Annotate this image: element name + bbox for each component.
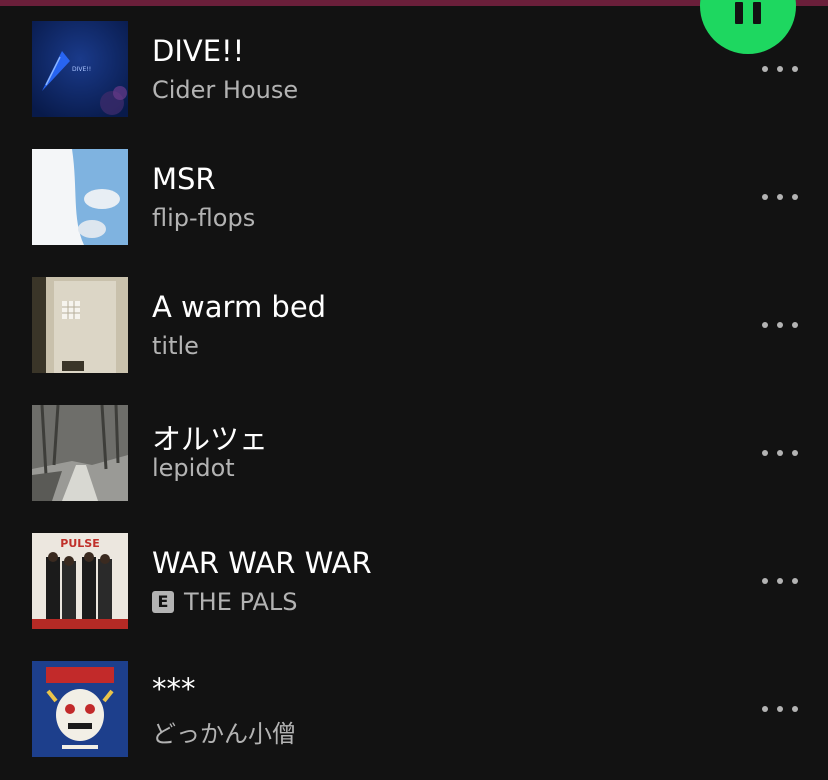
album-art-forest <box>32 405 128 501</box>
pause-icon <box>735 2 761 24</box>
track-title: DIVE!! <box>152 34 245 68</box>
album-art-warm-bed <box>32 277 128 373</box>
more-options-icon[interactable] <box>762 448 798 458</box>
track-title: MSR <box>152 162 216 196</box>
artist-name: THE PALS <box>184 588 298 616</box>
track-title: WAR WAR WAR <box>152 546 372 580</box>
album-art-mask <box>32 661 128 757</box>
svg-text:DIVE!!: DIVE!! <box>72 66 91 73</box>
track-row[interactable]: PULSE WAR WAR WAR E THE PALS <box>0 524 828 652</box>
more-options-icon[interactable] <box>762 576 798 586</box>
more-options-icon[interactable] <box>762 320 798 330</box>
track-row[interactable]: オルツェ lepidot <box>0 396 828 524</box>
track-artist: flip-flops <box>152 204 255 232</box>
track-title: *** <box>152 672 196 706</box>
track-artist: title <box>152 332 199 360</box>
track-row[interactable]: MSR flip-flops <box>0 140 828 268</box>
album-art-msr <box>32 149 128 245</box>
artist-name: title <box>152 332 199 360</box>
svg-text:PULSE: PULSE <box>60 537 99 550</box>
more-options-icon[interactable] <box>762 192 798 202</box>
artist-name: どっかん小僧 <box>152 720 296 748</box>
album-art-pulse: PULSE <box>32 533 128 629</box>
track-row[interactable]: DIVE!! DIVE!! Cider House <box>0 12 828 140</box>
track-artist: E THE PALS <box>152 588 297 616</box>
track-artist: lepidot <box>152 454 235 482</box>
track-title: A warm bed <box>152 290 327 324</box>
more-options-icon[interactable] <box>762 64 798 74</box>
artist-name: lepidot <box>152 454 235 482</box>
artist-name: flip-flops <box>152 204 256 232</box>
explicit-badge: E <box>152 591 174 613</box>
track-artist: どっかん小僧 <box>152 714 296 749</box>
artist-name: Cider House <box>152 76 299 104</box>
track-title: オルツェ <box>152 422 269 456</box>
track-row[interactable]: A warm bed title <box>0 268 828 396</box>
album-art-dive: DIVE!! <box>32 21 128 117</box>
more-options-icon[interactable] <box>762 704 798 714</box>
track-artist: Cider House <box>152 76 298 104</box>
track-row[interactable]: *** どっかん小僧 <box>0 652 828 780</box>
